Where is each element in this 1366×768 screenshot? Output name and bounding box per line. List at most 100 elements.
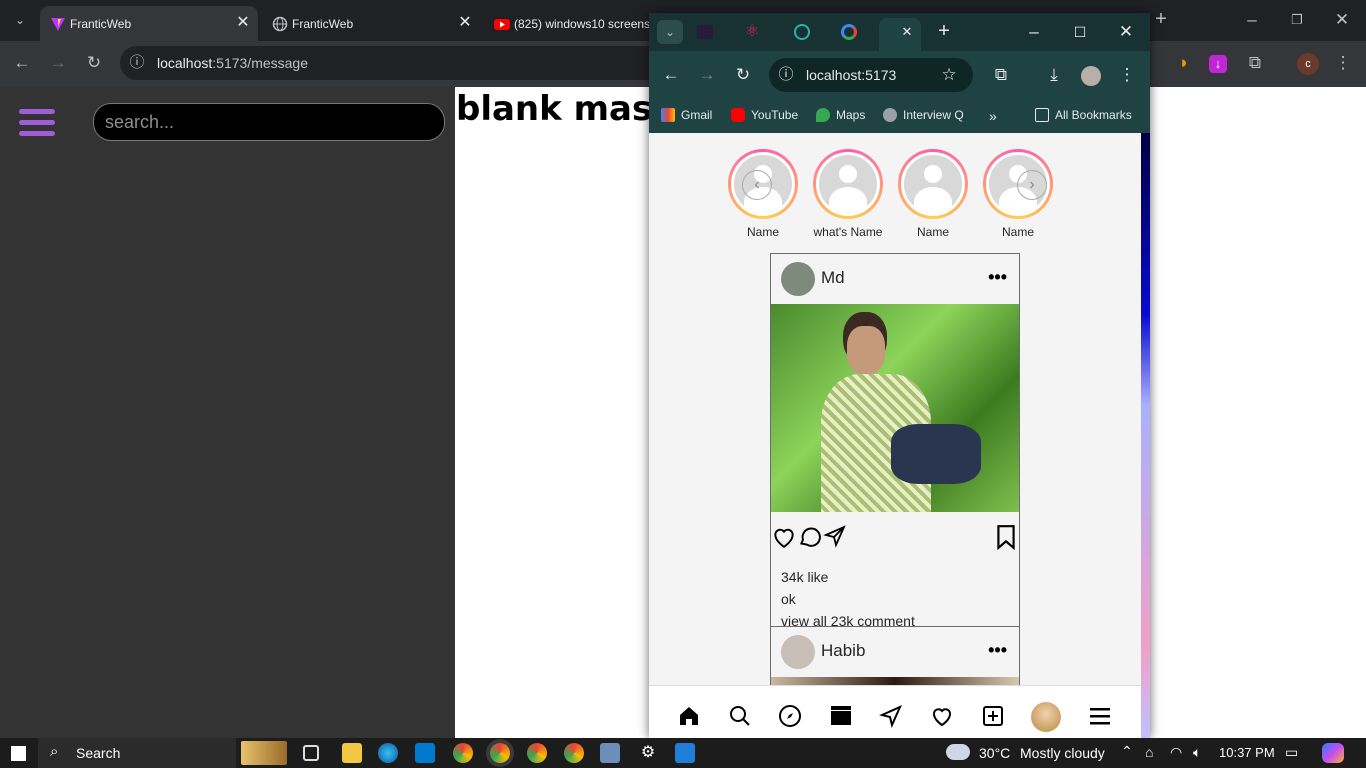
like-heart-icon[interactable] bbox=[771, 524, 797, 550]
windows-start-icon[interactable] bbox=[11, 746, 26, 761]
close-tab-icon[interactable]: ✕ bbox=[895, 20, 919, 44]
tab-google-icon[interactable] bbox=[841, 24, 857, 40]
more-options-icon[interactable]: ••• bbox=[988, 267, 1007, 288]
weather-description[interactable]: Mostly cloudy bbox=[1020, 745, 1105, 761]
bookmarks-overflow-icon[interactable]: » bbox=[989, 108, 997, 124]
messages-send-icon[interactable] bbox=[878, 704, 903, 729]
settings-gear-icon[interactable]: ⚙ bbox=[638, 743, 658, 763]
scrollbar[interactable] bbox=[1141, 133, 1150, 738]
close-window-icon[interactable]: ✕ bbox=[1330, 8, 1354, 32]
hamburger-menu-icon[interactable] bbox=[19, 109, 55, 139]
new-tab-icon[interactable]: + bbox=[932, 19, 956, 43]
download-icon[interactable]: ⤓ bbox=[1042, 63, 1066, 87]
profile-avatar[interactable]: c bbox=[1297, 53, 1319, 75]
restore-icon[interactable]: ❐ bbox=[1285, 8, 1309, 32]
search-highlight-icon[interactable] bbox=[241, 741, 287, 765]
share-send-icon[interactable] bbox=[823, 524, 847, 548]
extensions-puzzle-icon[interactable]: ⧉ bbox=[989, 63, 1013, 87]
search-input[interactable] bbox=[93, 103, 445, 141]
taskbar-search-box[interactable]: ⌕ Search bbox=[38, 738, 236, 768]
forward-icon[interactable]: → bbox=[695, 63, 719, 87]
chrome-icon[interactable] bbox=[564, 743, 584, 763]
site-info-icon[interactable]: ⓘ bbox=[774, 63, 798, 87]
bookmark-save-icon[interactable] bbox=[995, 524, 1017, 551]
back-icon[interactable]: ← bbox=[10, 51, 34, 75]
profile-avatar[interactable] bbox=[1031, 702, 1061, 732]
tab-site-icon[interactable] bbox=[794, 24, 810, 40]
extension-orange-icon[interactable]: ◗ bbox=[1172, 51, 1196, 75]
minimize-icon[interactable]: – bbox=[1022, 20, 1046, 44]
new-tab-icon[interactable]: + bbox=[1149, 7, 1173, 31]
bookmark-label: Gmail bbox=[681, 108, 713, 122]
reload-icon[interactable]: ↻ bbox=[731, 63, 755, 87]
bookmark-maps[interactable]: Maps bbox=[816, 108, 865, 122]
tab-search-chevron-icon[interactable]: ⌄ bbox=[8, 8, 32, 32]
profile-avatar[interactable] bbox=[1081, 66, 1101, 86]
notifications-icon[interactable]: ▭ bbox=[1285, 744, 1298, 761]
story-prev-icon[interactable]: ‹ bbox=[742, 170, 772, 200]
notifications-heart-icon[interactable] bbox=[930, 704, 954, 728]
download-extension-icon[interactable]: ↓ bbox=[1209, 55, 1227, 73]
file-explorer-icon[interactable] bbox=[342, 743, 362, 763]
story-item[interactable]: Name › bbox=[983, 149, 1053, 239]
weather-temp[interactable]: 30°C bbox=[979, 745, 1010, 761]
tab-franticweb-active[interactable]: FranticWeb ✕ bbox=[40, 6, 258, 41]
post-username[interactable]: Habib bbox=[821, 641, 865, 661]
post-image[interactable] bbox=[771, 304, 1019, 512]
tray-chevron-icon[interactable]: ⌃ bbox=[1121, 743, 1133, 760]
popup-address-bar[interactable]: ⓘ localhost:5173 ☆ bbox=[769, 58, 973, 92]
story-item[interactable]: what's Name bbox=[813, 149, 883, 239]
menu-kebab-icon[interactable]: ⋮ bbox=[1331, 51, 1355, 75]
bookmark-youtube[interactable]: YouTube bbox=[731, 108, 798, 122]
vscode-icon[interactable] bbox=[415, 743, 435, 763]
minimize-icon[interactable]: – bbox=[1240, 8, 1264, 32]
photos-icon[interactable] bbox=[675, 743, 695, 763]
search-icon[interactable] bbox=[728, 704, 752, 728]
chrome-active-icon[interactable] bbox=[490, 743, 510, 763]
comment-icon[interactable] bbox=[797, 524, 823, 550]
forward-icon[interactable]: → bbox=[46, 51, 70, 75]
more-menu-icon[interactable] bbox=[1088, 704, 1112, 728]
volume-icon[interactable]: 🔈︎ bbox=[1193, 744, 1201, 761]
remote-desktop-icon[interactable] bbox=[600, 743, 620, 763]
bookmark-gmail[interactable]: Gmail bbox=[661, 108, 712, 122]
clock-time[interactable]: 10:37 PM bbox=[1219, 745, 1275, 760]
post-username[interactable]: Md bbox=[821, 268, 845, 288]
wifi-icon[interactable]: ◠ bbox=[1170, 744, 1182, 761]
all-bookmarks[interactable]: All Bookmarks bbox=[1035, 108, 1132, 122]
edge-icon[interactable] bbox=[378, 743, 398, 763]
task-view-icon[interactable] bbox=[303, 745, 319, 761]
tab-react-icon[interactable]: ⚛ bbox=[745, 21, 759, 41]
avatar[interactable] bbox=[781, 262, 815, 296]
close-window-icon[interactable]: ✕ bbox=[1114, 20, 1138, 44]
story-next-icon[interactable]: › bbox=[1017, 170, 1047, 200]
weather-cloud-icon[interactable] bbox=[946, 744, 970, 760]
tab-youtube[interactable]: (825) windows10 screens bbox=[484, 6, 649, 41]
create-plus-icon[interactable] bbox=[981, 704, 1005, 728]
maximize-icon[interactable]: ☐ bbox=[1068, 20, 1092, 44]
reload-icon[interactable]: ↻ bbox=[82, 51, 106, 75]
close-tab-icon[interactable]: ✕ bbox=[456, 14, 474, 32]
tray-app-icon[interactable]: ⌂ bbox=[1145, 744, 1153, 760]
site-info-icon[interactable]: ⓘ bbox=[125, 51, 149, 75]
explore-compass-icon[interactable] bbox=[778, 704, 802, 728]
address-bar[interactable]: ⓘ localhost:5173/message bbox=[120, 46, 680, 80]
home-icon[interactable] bbox=[677, 704, 701, 728]
extensions-puzzle-icon[interactable]: ⧉ bbox=[1243, 51, 1267, 75]
copilot-icon[interactable] bbox=[1322, 743, 1344, 763]
bookmark-interview[interactable]: Interview Q bbox=[883, 108, 964, 122]
story-item[interactable]: Name ‹ bbox=[728, 149, 798, 239]
tab-search-chevron-icon[interactable]: ⌄ bbox=[657, 20, 683, 44]
back-icon[interactable]: ← bbox=[659, 63, 683, 87]
chrome-icon[interactable] bbox=[453, 743, 473, 763]
bookmark-star-icon[interactable]: ☆ bbox=[937, 63, 961, 87]
reels-icon[interactable] bbox=[829, 704, 853, 728]
story-item[interactable]: Name bbox=[898, 149, 968, 239]
chrome-icon[interactable] bbox=[527, 743, 547, 763]
tab-franticweb[interactable]: FranticWeb ✕ bbox=[262, 6, 480, 41]
avatar[interactable] bbox=[781, 635, 815, 669]
more-options-icon[interactable]: ••• bbox=[988, 640, 1007, 661]
close-tab-icon[interactable]: ✕ bbox=[234, 14, 252, 32]
tab-favicon-dark[interactable] bbox=[697, 25, 713, 39]
menu-kebab-icon[interactable]: ⋮ bbox=[1115, 63, 1139, 87]
